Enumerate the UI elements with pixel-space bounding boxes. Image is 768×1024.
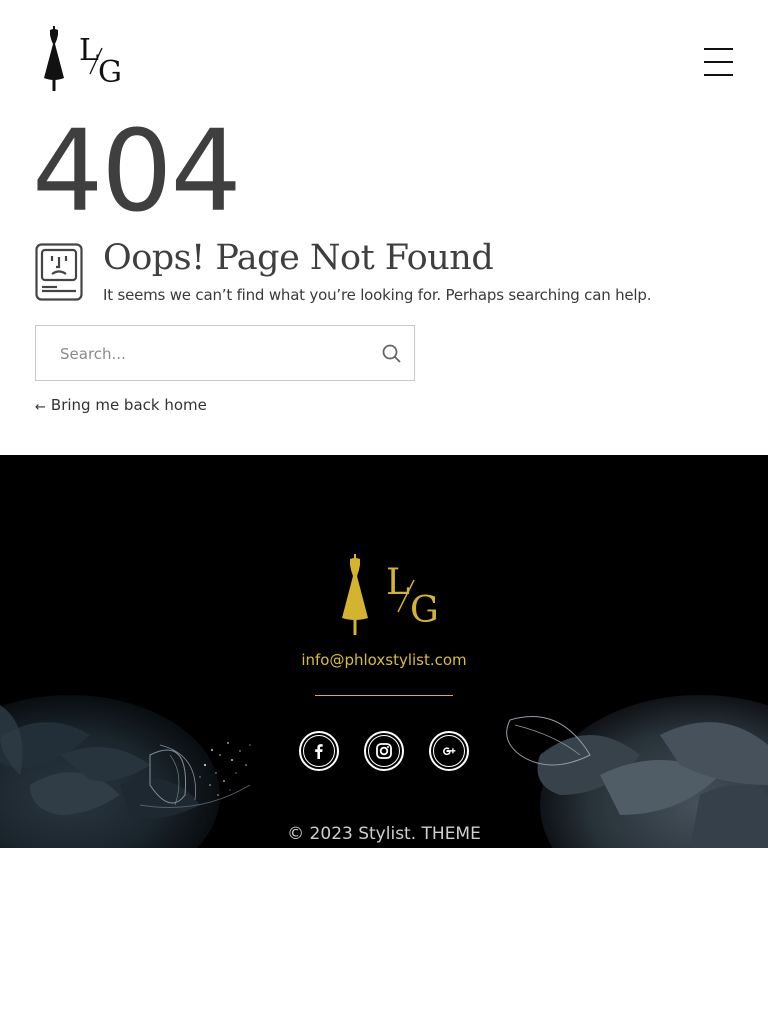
logo-letter-bottom: G <box>98 55 122 90</box>
back-home-link[interactable]: ← Bring me back home <box>35 394 207 418</box>
facebook-icon <box>315 744 323 759</box>
site-logo[interactable]: L G <box>34 26 124 94</box>
copyright-text: © 2023 Stylist. THEME <box>287 824 481 844</box>
instagram-icon <box>376 743 392 759</box>
back-home-label: Bring me back home <box>50 396 207 414</box>
google-plus-button[interactable] <box>429 731 469 771</box>
sad-computer-icon <box>35 243 83 301</box>
facebook-button[interactable] <box>299 731 339 771</box>
error-message: It seems we can’t find what you’re looki… <box>103 286 652 304</box>
site-header: L G <box>0 0 768 120</box>
search-input[interactable] <box>60 342 360 366</box>
footer-logo-letter-bottom: G <box>410 590 438 631</box>
contact-email-link[interactable]: info@phloxstylist.com <box>0 649 768 671</box>
search-form <box>35 325 415 381</box>
dress-form-icon <box>342 554 368 635</box>
page-title: Oops! Page Not Found <box>103 238 494 278</box>
error-code: 404 <box>32 107 242 237</box>
footer-logo[interactable]: L G <box>330 554 438 638</box>
footer-divider <box>315 695 453 696</box>
back-arrow-icon: ← <box>35 400 46 415</box>
hamburger-menu-icon[interactable] <box>704 48 734 78</box>
site-footer: L G info@phloxstylist.com © 2023 Stylist… <box>0 455 768 848</box>
logo-letter-top: L <box>79 33 99 68</box>
search-icon[interactable] <box>380 342 404 366</box>
google-plus-icon <box>443 747 456 755</box>
instagram-button[interactable] <box>364 731 404 771</box>
dress-form-icon <box>44 26 64 91</box>
